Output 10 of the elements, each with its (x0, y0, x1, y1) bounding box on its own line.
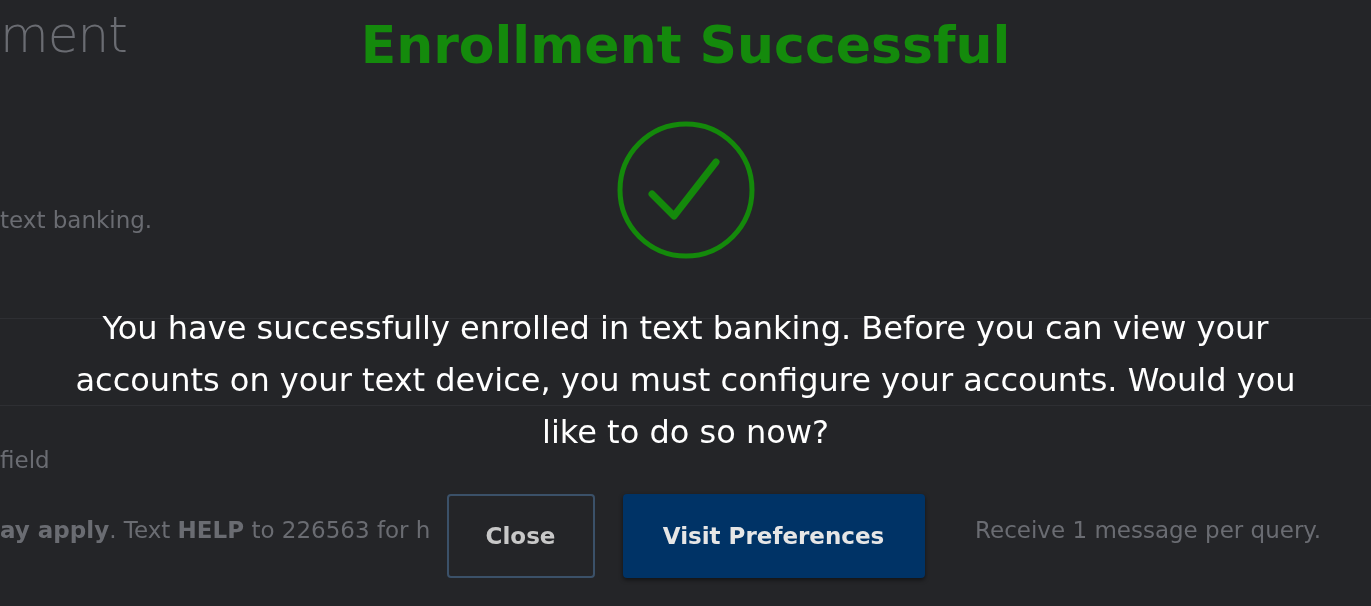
close-button[interactable]: Close (446, 494, 595, 578)
disclaimer-text: ay apply. Text HELP to 226563 for h (0, 517, 431, 543)
dialog-message: You have successfully enrolled in text banking. Before you can view your accounts on your text device, you must configure your accounts. Would you like to do so now? (74, 308, 1297, 453)
disclaimer-text: Receive 1 message per query. (975, 517, 1321, 543)
checkmark-circle-icon (615, 120, 756, 260)
visit-preferences-button[interactable]: Visit Preferences (622, 494, 925, 578)
page-text: field (0, 446, 50, 475)
page-text: text banking. (0, 206, 153, 235)
dialog-title: Enrollment Successful (360, 14, 1011, 77)
page-heading: ment (0, 6, 127, 62)
